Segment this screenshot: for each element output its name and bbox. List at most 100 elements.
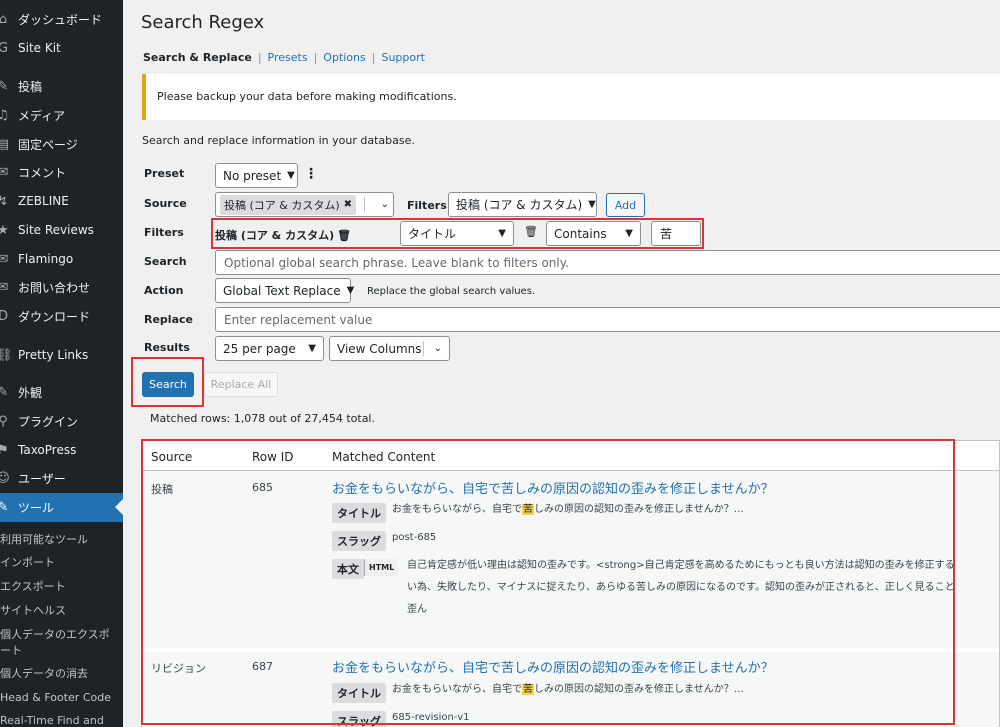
submenu-real-time-find[interactable]: Real-Time Find and [0, 713, 123, 727]
tab-presets[interactable]: Presets [268, 51, 308, 64]
matched-rows-text: Matched rows: 1,078 out of 27,454 total. [150, 412, 375, 425]
tab-options[interactable]: Options [323, 51, 365, 64]
sidebar-item-tools[interactable]: ✎ ツール [0, 493, 123, 522]
plugin-icon: ⚲ [0, 413, 8, 429]
replace-all-button[interactable]: Replace All [204, 372, 278, 397]
per-page-value: 25 per page [223, 341, 296, 356]
sidebar-item-downloads[interactable]: D ダウンロード [0, 302, 123, 330]
appearance-icon: ✎ [0, 384, 9, 400]
tab-search-replace[interactable]: Search & Replace [143, 51, 252, 64]
chevron-down-icon: ▼ [498, 228, 506, 239]
field-label-content: 本文 [332, 559, 364, 579]
sidebar-item-plugins[interactable]: ⚲ プラグイン [0, 407, 123, 435]
sidebar-item-flamingo[interactable]: ✉ Flamingo [0, 245, 123, 273]
user-icon: ☺ [0, 470, 10, 486]
link-icon: ⛓ [0, 347, 13, 363]
submenu-export-personal-data[interactable]: 個人データのエクスポート [0, 627, 118, 659]
view-columns-select[interactable]: View Columns ⌄ [329, 336, 450, 361]
admin-sidebar: ⌂ ダッシュボード G Site Kit ✎ 投稿 ♫ メディア ▤ 固定ページ ✉ コメン… [0, 0, 123, 727]
replace-input[interactable]: Enter replacement value [215, 307, 1000, 332]
sidebar-item-zebline[interactable]: ↯ ZEBLINE [0, 187, 123, 215]
source-label: Source [144, 197, 187, 210]
submenu-available-tools[interactable]: 利用可能なツール [0, 532, 123, 548]
submenu-erase-personal-data[interactable]: 個人データの消去 [0, 666, 123, 682]
match-highlight[interactable]: 苦 [522, 684, 534, 695]
field-content-line[interactable]: 自己肯定感が低い理由は認知の歪みです。<strong>自己肯定感を高めるためにも… [407, 555, 955, 577]
sidebar-item-label: 外観 [18, 385, 43, 400]
sidebar-item-users[interactable]: ☺ ユーザー [0, 464, 123, 492]
sidebar-item-posts[interactable]: ✎ 投稿 [0, 72, 123, 100]
preset-value: No preset [223, 168, 282, 183]
sidebar-item-dashboard[interactable]: ⌂ ダッシュボード [0, 5, 123, 33]
remove-tag-icon[interactable]: ✖ [344, 199, 352, 210]
submenu-export[interactable]: エクスポート [0, 579, 123, 595]
per-page-select[interactable]: 25 per page ▼ [215, 336, 324, 361]
chevron-down-icon: ⌄ [380, 199, 389, 210]
more-options-icon[interactable]: ⋮ [304, 166, 318, 182]
sidebar-item-label: Flamingo [18, 252, 74, 266]
sidebar-item-comments[interactable]: ✉ コメント [0, 158, 123, 186]
submenu-site-health[interactable]: サイトヘルス [0, 603, 123, 619]
submenu-head-footer-code[interactable]: Head & Footer Code [0, 690, 123, 706]
add-filter-button[interactable]: Add [606, 193, 645, 217]
sidebar-item-label: ZEBLINE [18, 194, 69, 208]
field-slug-value[interactable]: 685-revision-v1 [392, 707, 470, 727]
trash-icon[interactable]: 🗑 [524, 225, 538, 238]
sidebar-item-site-kit[interactable]: G Site Kit [0, 34, 123, 62]
field-content-line[interactable]: 歪ん [407, 599, 427, 621]
sidebar-item-site-reviews[interactable]: ★ Site Reviews [0, 216, 123, 244]
sidebar-item-label: TaxoPress [18, 443, 77, 457]
action-select[interactable]: Global Text Replace ▼ [215, 278, 354, 303]
sidebar-item-label: コメント [18, 165, 67, 180]
match-highlight[interactable]: 苦 [522, 504, 534, 515]
source-tag: 投稿 (コア & カスタム) ✖ [220, 194, 357, 215]
field-title-value[interactable]: お金をもらいながら、自宅で苦しみの原因の認知の歪みを修正しませんか？… [392, 679, 744, 701]
source-select[interactable]: 投稿 (コア & カスタム) ✖ ⌄ [215, 192, 394, 217]
main-content: Search Regex Search & Replace | Presets … [123, 0, 1000, 727]
action-help-text: Replace the global search values. [367, 286, 536, 297]
search-button[interactable]: Search [142, 372, 194, 397]
field-content-line[interactable]: い為、失敗したり、マイナスに捉えたり、あらゆる苦しみの原因になるのです。認知の歪… [407, 577, 955, 599]
search-input[interactable]: Optional global search phrase. Leave bla… [215, 250, 1000, 275]
sidebar-item-media[interactable]: ♫ メディア [0, 101, 123, 129]
filter-operator-select[interactable]: Contains ▼ [546, 221, 641, 246]
row-id: 685 [252, 481, 273, 494]
page-title: Search Regex [141, 12, 265, 33]
submenu-import[interactable]: インポート [0, 555, 123, 571]
sitekit-icon: G [0, 40, 9, 56]
field-title-value[interactable]: お金をもらいながら、自宅で苦しみの原因の認知の歪みを修正しませんか？… [392, 499, 744, 521]
trash-icon[interactable]: 🗑 [337, 229, 351, 242]
matched-post-title-link[interactable]: お金をもらいながら、自宅で苦しみの原因の認知の歪みを修正しませんか？ [332, 478, 774, 497]
sidebar-item-contact[interactable]: ✉ お問い合わせ [0, 273, 123, 301]
sidebar-item-label: 固定ページ [18, 137, 78, 152]
sidebar-item-label: プラグイン [18, 414, 79, 429]
column-header-row-id: Row ID [252, 450, 294, 464]
row-source: リビジョン [151, 662, 206, 675]
matched-post-title-link[interactable]: お金をもらいながら、自宅で苦しみの原因の認知の歪みを修正しませんか？ [332, 657, 774, 676]
filter-value-input[interactable]: 苦 [651, 221, 701, 246]
sidebar-item-pages[interactable]: ▤ 固定ページ [0, 130, 123, 158]
sidebar-item-appearance[interactable]: ✎ 外観 [0, 378, 123, 406]
sidebar-item-label: メディア [18, 108, 66, 123]
field-label-slug: スラッグ [332, 531, 386, 551]
match-after: しみの原因の認知の歪みを修正しませんか？… [534, 504, 744, 515]
row-source: 投稿 [151, 483, 173, 496]
preset-label: Preset [144, 167, 185, 180]
intro-text: Search and replace information in your d… [142, 134, 415, 147]
preset-select[interactable]: No preset ▼ [215, 163, 298, 188]
sidebar-item-taxopress[interactable]: ⚑ TaxoPress [0, 436, 123, 464]
filter-column-select[interactable]: タイトル ▼ [400, 221, 514, 246]
filter-source-select[interactable]: 投稿 (コア & カスタム) ▼ [448, 192, 597, 217]
search-placeholder: Optional global search phrase. Leave bla… [224, 255, 569, 270]
sidebar-item-label: Site Kit [18, 41, 61, 55]
sidebar-item-label: ダウンロード [18, 309, 91, 324]
field-slug-value[interactable]: post-685 [392, 527, 436, 549]
tab-support[interactable]: Support [381, 51, 424, 64]
results-label: Results [144, 341, 190, 354]
dashboard-icon: ⌂ [0, 11, 8, 27]
sidebar-item-pretty-links[interactable]: ⛓ Pretty Links [0, 341, 123, 369]
nav-separator: | [371, 51, 376, 64]
chevron-down-icon: ▼ [588, 199, 596, 210]
filters-label: Filters [144, 226, 184, 239]
html-badge: HTML [364, 559, 399, 576]
